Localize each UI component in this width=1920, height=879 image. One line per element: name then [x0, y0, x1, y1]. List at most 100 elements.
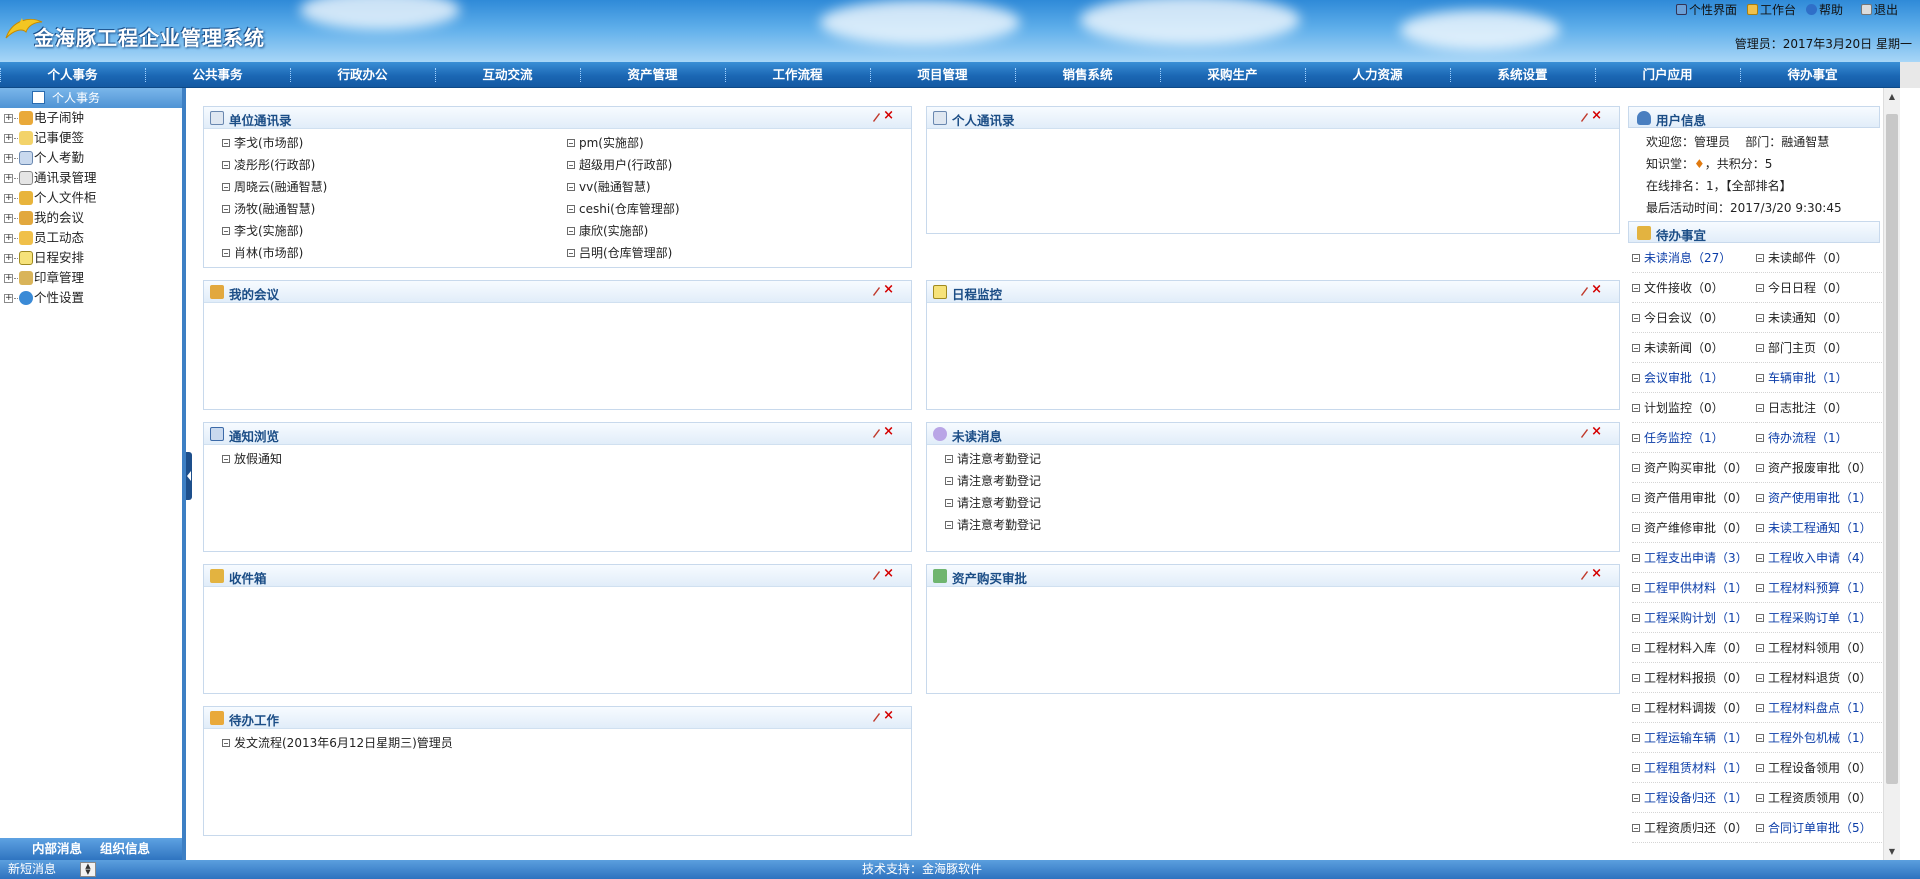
edit-icon[interactable] [871, 111, 881, 123]
expand-icon[interactable]: + [4, 153, 13, 163]
edit-icon[interactable] [871, 569, 881, 581]
todo-item[interactable]: 工程资质归还（0） [1632, 813, 1756, 843]
close-icon[interactable]: × [1591, 108, 1602, 123]
todo-item[interactable]: 工程采购订单（1） [1756, 603, 1884, 633]
close-icon[interactable]: × [1591, 424, 1602, 439]
list-item[interactable]: 凌彤彤(行政部) [222, 154, 567, 176]
list-item[interactable]: 吕明(仓库管理部) [567, 242, 867, 264]
todo-item[interactable]: 工程设备领用（0） [1756, 753, 1884, 783]
expand-icon[interactable]: + [4, 233, 13, 243]
nav-todo[interactable]: 待办事宜 [1740, 62, 1885, 88]
sidebar-item-contacts[interactable]: + 通讯录管理 [0, 168, 182, 188]
list-item[interactable]: 李戈(实施部) [222, 220, 567, 242]
todo-item[interactable]: 计划监控（0） [1632, 393, 1756, 423]
todo-item[interactable]: 未读消息（27） [1632, 243, 1756, 273]
expand-icon[interactable]: + [4, 133, 13, 143]
expand-icon[interactable]: + [4, 253, 13, 263]
todo-item[interactable]: 未读通知（0） [1756, 303, 1884, 333]
todo-item[interactable]: 任务监控（1） [1632, 423, 1756, 453]
help-link[interactable]: 帮助 [1805, 1, 1843, 18]
sidebar-item-notes[interactable]: + 记事便签 [0, 128, 182, 148]
todo-item[interactable]: 工程支出申请（3） [1632, 543, 1756, 573]
list-item[interactable]: pm(实施部) [567, 132, 867, 154]
nav-human-resources[interactable]: 人力资源 [1305, 62, 1450, 88]
expand-icon[interactable]: + [4, 273, 13, 283]
expand-icon[interactable]: + [4, 213, 13, 223]
todo-item[interactable]: 部门主页（0） [1756, 333, 1884, 363]
todo-item[interactable]: 今日日程（0） [1756, 273, 1884, 303]
edit-icon[interactable] [1579, 569, 1589, 581]
todo-item[interactable]: 待办流程（1） [1756, 423, 1884, 453]
nav-system-settings[interactable]: 系统设置 [1450, 62, 1595, 88]
expand-icon[interactable]: + [4, 113, 13, 123]
list-item[interactable]: 康欣(实施部) [567, 220, 867, 242]
sidebar-item-alarm[interactable]: + 电子闹钟 [0, 108, 182, 128]
todo-item[interactable]: 工程材料退货（0） [1756, 663, 1884, 693]
edit-icon[interactable] [1579, 111, 1589, 123]
list-item[interactable]: 肖林(市场部) [222, 242, 567, 264]
scroll-thumb[interactable] [1886, 114, 1898, 784]
close-icon[interactable]: × [883, 708, 894, 723]
list-item[interactable]: 超级用户(行政部) [567, 154, 867, 176]
close-icon[interactable]: × [1591, 282, 1602, 297]
todo-item[interactable]: 今日会议（0） [1632, 303, 1756, 333]
list-item[interactable]: 请注意考勤登记 [945, 470, 1619, 492]
edit-icon[interactable] [1579, 427, 1589, 439]
sidebar-item-file-cabinet[interactable]: + 个人文件柜 [0, 188, 182, 208]
todo-item[interactable]: 资产报废审批（0） [1756, 453, 1884, 483]
sidebar-item-attendance[interactable]: + 个人考勤 [0, 148, 182, 168]
expand-icon[interactable]: + [4, 193, 13, 203]
list-item[interactable]: ceshi(仓库管理部) [567, 198, 867, 220]
edit-icon[interactable] [1579, 285, 1589, 297]
todo-item[interactable]: 日志批注（0） [1756, 393, 1884, 423]
tab-org-info[interactable]: 组织信息 [100, 838, 150, 860]
list-item[interactable]: 李戈(市场部) [222, 132, 567, 154]
scroll-down-icon[interactable]: ▼ [1884, 843, 1900, 860]
close-icon[interactable]: × [883, 108, 894, 123]
todo-item[interactable]: 工程租赁材料（1） [1632, 753, 1756, 783]
list-item[interactable]: 放假通知 [222, 448, 911, 470]
todo-item[interactable]: 工程材料入库（0） [1632, 633, 1756, 663]
todo-item[interactable]: 工程材料报损（0） [1632, 663, 1756, 693]
expand-icon[interactable]: + [4, 293, 13, 303]
todo-item[interactable]: 工程材料领用（0） [1756, 633, 1884, 663]
new-message-status[interactable]: 新短消息 [8, 860, 56, 879]
todo-item[interactable]: 工程采购计划（1） [1632, 603, 1756, 633]
edit-icon[interactable] [871, 285, 881, 297]
vertical-scrollbar[interactable]: ▲ ▼ [1883, 88, 1900, 860]
todo-item[interactable]: 合同订单审批（5） [1756, 813, 1884, 843]
todo-item[interactable]: 工程材料预算（1） [1756, 573, 1884, 603]
todo-item[interactable]: 工程甲供材料（1） [1632, 573, 1756, 603]
nav-portal-apps[interactable]: 门户应用 [1595, 62, 1740, 88]
nav-public-affairs[interactable]: 公共事务 [145, 62, 290, 88]
todo-item[interactable]: 车辆审批（1） [1756, 363, 1884, 393]
sidebar-item-schedule[interactable]: + 日程安排 [0, 248, 182, 268]
sidebar-item-staff-news[interactable]: + 员工动态 [0, 228, 182, 248]
todo-item[interactable]: 资产维修审批（0） [1632, 513, 1756, 543]
todo-item[interactable]: 会议审批（1） [1632, 363, 1756, 393]
todo-item[interactable]: 资产借用审批（0） [1632, 483, 1756, 513]
edit-icon[interactable] [871, 711, 881, 723]
todo-item[interactable]: 工程材料调拨（0） [1632, 693, 1756, 723]
todo-item[interactable]: 资产购买审批（0） [1632, 453, 1756, 483]
sidebar-item-meetings[interactable]: + 我的会议 [0, 208, 182, 228]
todo-item[interactable]: 资产使用审批（1） [1756, 483, 1884, 513]
edit-icon[interactable] [871, 427, 881, 439]
close-icon[interactable]: × [883, 566, 894, 581]
todo-item[interactable]: 工程资质领用（0） [1756, 783, 1884, 813]
close-icon[interactable]: × [883, 424, 894, 439]
close-icon[interactable]: × [883, 282, 894, 297]
todo-item[interactable]: 工程运输车辆（1） [1632, 723, 1756, 753]
personal-ui-link[interactable]: 个性界面 [1675, 1, 1737, 18]
list-item[interactable]: 周晓云(融通智慧) [222, 176, 567, 198]
workbench-link[interactable]: 工作台 [1746, 1, 1796, 18]
todo-item[interactable]: 工程设备归还（1） [1632, 783, 1756, 813]
nav-admin-office[interactable]: 行政办公 [290, 62, 435, 88]
list-item[interactable]: vv(融通智慧) [567, 176, 867, 198]
nav-project-management[interactable]: 项目管理 [870, 62, 1015, 88]
logout-link[interactable]: 退出 [1860, 1, 1898, 18]
close-icon[interactable]: × [1591, 566, 1602, 581]
nav-workflow[interactable]: 工作流程 [725, 62, 870, 88]
nav-sales-system[interactable]: 销售系统 [1015, 62, 1160, 88]
sidebar-collapse-handle[interactable] [186, 452, 192, 500]
